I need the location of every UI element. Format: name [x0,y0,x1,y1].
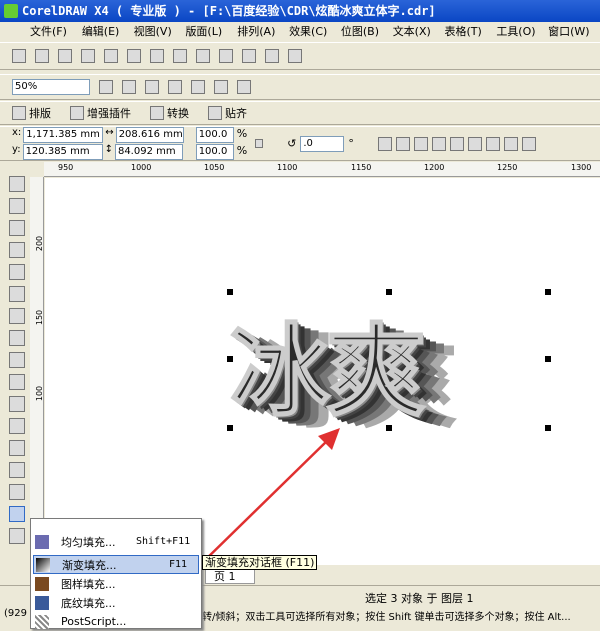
pattern-fill-icon [35,576,49,591]
menu-item-uniform-fill[interactable]: 均匀填充... Shift+F11 [33,532,199,551]
menu-item-label: 图样填充... [61,577,116,591]
tooltip: 渐变填充对话框 (F11) [202,555,318,570]
postscript-fill-icon [35,614,49,629]
menu-item-label: PostScript... [61,615,127,628]
uniform-fill-icon [35,534,49,549]
shortcut-label: F11 [169,559,188,570]
selection-status: 选定 3 对象 于 图层 1 [365,592,474,605]
tool-hint: 转/倾斜；双击工具可选择所有对象；按住 Shift 键单击可选择多个对象；按住 … [202,612,571,623]
fountain-fill-icon [36,557,50,572]
shortcut-label: Shift+F11 [136,536,191,547]
menu-item-postscript-fill[interactable]: PostScript... [33,612,199,631]
menu-item-pattern-fill[interactable]: 图样填充... [33,574,199,593]
menu-item-label: 底纹填充... [61,596,116,610]
cursor-coords: (929 [4,608,27,619]
menu-item-fountain-fill[interactable]: 渐变填充... F11 [33,555,199,574]
menu-item-texture-fill[interactable]: 底纹填充... [33,593,199,612]
menu-item-label: 均匀填充... [61,535,116,549]
texture-fill-icon [35,595,49,610]
menu-item-label: 渐变填充... [62,558,117,572]
fill-flyout-menu: 均匀填充... Shift+F11 渐变填充... F11 图样填充... 底纹填充… [30,518,202,629]
